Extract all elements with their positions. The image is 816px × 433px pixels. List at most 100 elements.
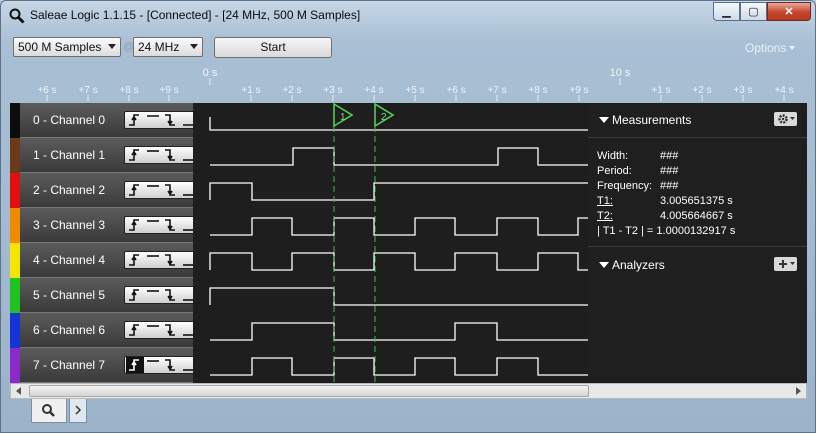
frequency-label: Frequency: <box>597 180 653 192</box>
t1-value: 3.005651375 s <box>660 195 733 207</box>
rising-edge-trigger-icon[interactable] <box>126 217 144 233</box>
scroll-left-icon[interactable] <box>11 384 27 398</box>
channel-color-swatch <box>10 348 20 383</box>
falling-edge-trigger-icon[interactable] <box>162 322 180 338</box>
options-menu[interactable]: Options <box>745 41 796 55</box>
channel-waveform[interactable] <box>193 103 588 138</box>
rising-edge-trigger-icon[interactable] <box>126 112 144 128</box>
search-tab[interactable] <box>31 399 67 423</box>
scroll-right-icon[interactable] <box>790 384 806 398</box>
measurements-settings-button[interactable] <box>774 112 797 126</box>
rising-edge-trigger-icon[interactable] <box>126 287 144 303</box>
minimize-button[interactable]: ▁ <box>713 2 740 21</box>
ruler-tick-label: +3 s <box>733 85 752 96</box>
rising-edge-trigger-icon[interactable] <box>126 182 144 198</box>
period-label: Period: <box>597 165 632 177</box>
channel-row[interactable]: 2 - Channel 2 <box>10 173 588 208</box>
channel-color-swatch <box>10 243 20 278</box>
maximize-button[interactable]: ▢ <box>740 2 767 21</box>
falling-edge-trigger-icon[interactable] <box>162 252 180 268</box>
start-button[interactable]: Start <box>214 37 332 58</box>
channel-header[interactable]: 4 - Channel 4 <box>20 243 200 278</box>
channel-row[interactable]: 6 - Channel 6 <box>10 313 588 348</box>
ruler-tick-label: +9 s <box>569 85 588 96</box>
high-level-trigger-icon[interactable] <box>144 182 162 198</box>
ruler-major-label: 10 s <box>610 67 631 79</box>
falling-edge-trigger-icon[interactable] <box>162 182 180 198</box>
bottom-tab-bar <box>1 399 815 432</box>
rising-edge-trigger-icon[interactable] <box>126 322 144 338</box>
channel-header[interactable]: 7 - Channel 7 <box>20 348 200 383</box>
falling-edge-trigger-icon[interactable] <box>162 217 180 233</box>
add-analyzer-button[interactable] <box>774 257 797 271</box>
high-level-trigger-icon[interactable] <box>144 287 162 303</box>
channel-header[interactable]: 0 - Channel 0 <box>20 103 200 138</box>
ruler-tick-label: +3 s <box>323 85 342 96</box>
high-level-trigger-icon[interactable] <box>144 322 162 338</box>
ruler-tick-label: +7 s <box>78 85 97 96</box>
channel-label: 5 - Channel 5 <box>33 288 106 302</box>
channel-waveform[interactable] <box>193 208 588 243</box>
trigger-buttons[interactable] <box>124 356 200 374</box>
trigger-buttons[interactable] <box>124 181 200 199</box>
trigger-buttons[interactable] <box>124 216 200 234</box>
high-level-trigger-icon[interactable] <box>144 357 162 373</box>
channel-header[interactable]: 1 - Channel 1 <box>20 138 200 173</box>
ruler-tick-label: +6 s <box>446 85 465 96</box>
rising-edge-trigger-icon[interactable] <box>126 252 144 268</box>
ruler-tick-label: +1 s <box>651 85 670 96</box>
channel-waveform[interactable] <box>193 313 588 348</box>
high-level-trigger-icon[interactable] <box>144 147 162 163</box>
trigger-buttons[interactable] <box>124 321 200 339</box>
falling-edge-trigger-icon[interactable] <box>162 287 180 303</box>
channel-waveform[interactable] <box>193 173 588 208</box>
channel-row[interactable]: 3 - Channel 3 <box>10 208 588 243</box>
channel-row[interactable]: 0 - Channel 0 <box>10 103 588 138</box>
t1-label: T1: <box>597 195 613 207</box>
channel-color-swatch <box>10 173 20 208</box>
channel-waveform[interactable] <box>193 348 588 383</box>
channel-row[interactable]: 1 - Channel 1 <box>10 138 588 173</box>
channel-waveform[interactable] <box>193 243 588 278</box>
trigger-buttons[interactable] <box>124 146 200 164</box>
channel-header[interactable]: 2 - Channel 2 <box>20 173 200 208</box>
chevron-down-icon <box>190 44 198 49</box>
trigger-buttons[interactable] <box>124 286 200 304</box>
high-level-trigger-icon[interactable] <box>144 252 162 268</box>
title-bar: Saleae Logic 1.1.15 - [Connected] - [24 … <box>1 1 815 31</box>
trigger-buttons[interactable] <box>124 111 200 129</box>
sample-rate-select[interactable]: 24 MHz <box>133 37 203 57</box>
channel-row[interactable]: 5 - Channel 5 <box>10 278 588 313</box>
close-button[interactable]: ✕ <box>767 2 811 21</box>
trigger-buttons[interactable] <box>124 251 200 269</box>
falling-edge-trigger-icon[interactable] <box>162 112 180 128</box>
chevron-right-icon <box>75 405 82 415</box>
collapse-triangle-icon <box>599 117 609 123</box>
channel-waveform[interactable] <box>193 278 588 313</box>
horizontal-scrollbar[interactable] <box>10 383 807 399</box>
rising-edge-trigger-icon[interactable] <box>126 357 144 373</box>
channel-color-swatch <box>10 138 20 173</box>
minimize-icon: ▁ <box>722 6 731 18</box>
channel-waveform[interactable] <box>193 138 588 173</box>
falling-edge-trigger-icon[interactable] <box>162 147 180 163</box>
measurements-header[interactable]: Measurements <box>588 103 807 137</box>
channel-header[interactable]: 5 - Channel 5 <box>20 278 200 313</box>
samples-select[interactable]: 500 M Samples <box>13 37 121 57</box>
high-level-trigger-icon[interactable] <box>144 112 162 128</box>
channel-header[interactable]: 6 - Channel 6 <box>20 313 200 348</box>
falling-edge-trigger-icon[interactable] <box>162 357 180 373</box>
scrollbar-thumb[interactable] <box>29 385 589 397</box>
time-ruler-graphic: 0 s 10 s +6 s +7 s +8 s +9 s +1 s +2 s +3 s +4 s +… <box>37 67 794 101</box>
channel-row[interactable]: 4 - Channel 4 <box>10 243 588 278</box>
chevron-down-icon <box>108 44 116 49</box>
analyzers-header[interactable]: Analyzers <box>588 248 807 282</box>
channel-header[interactable]: 3 - Channel 3 <box>20 208 200 243</box>
rising-edge-trigger-icon[interactable] <box>126 147 144 163</box>
maximize-icon: ▢ <box>748 6 759 18</box>
channel-row[interactable]: 7 - Channel 7 <box>10 348 588 383</box>
expand-tab[interactable] <box>69 399 87 423</box>
time-ruler[interactable]: 0 s 10 s +6 s +7 s +8 s +9 s +1 s +2 s +3 s +4 s +… <box>1 63 815 103</box>
collapse-triangle-icon <box>599 262 609 268</box>
high-level-trigger-icon[interactable] <box>144 217 162 233</box>
